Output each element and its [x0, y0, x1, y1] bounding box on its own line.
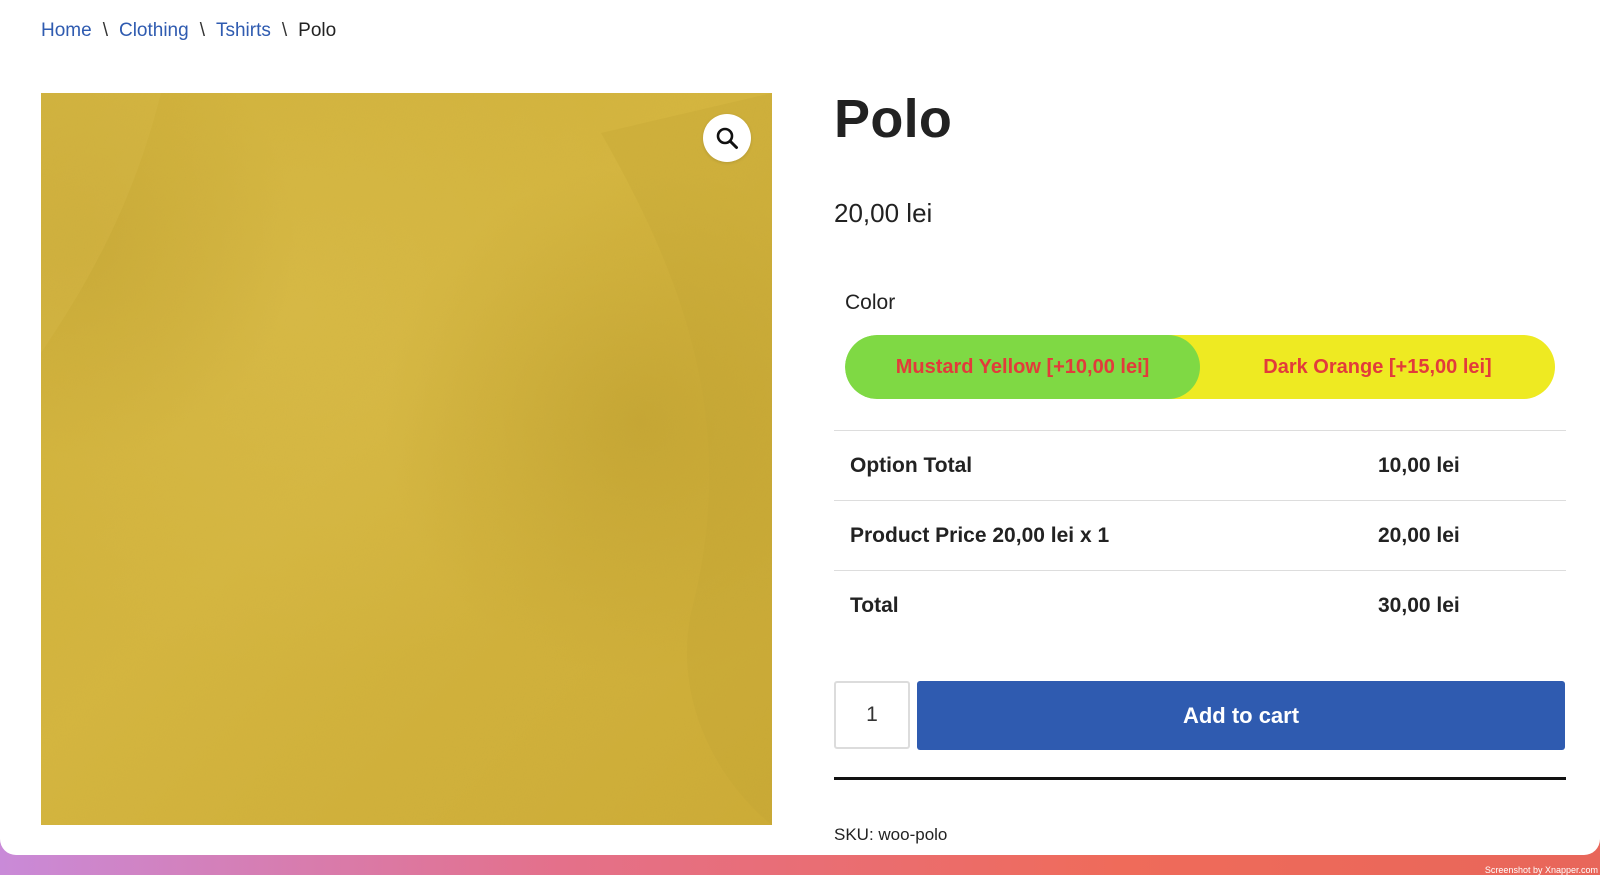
browser-page: Home \ Clothing \ Tshirts \ Polo Polo 20… — [0, 0, 1600, 855]
product-sku: SKU: woo-polo — [834, 825, 948, 844]
zoom-button[interactable] — [703, 114, 751, 162]
fabric-texture-image — [41, 93, 772, 825]
magnifier-icon — [716, 127, 738, 149]
breadcrumb-separator: \ — [281, 20, 288, 41]
quantity-input[interactable]: 1 — [834, 681, 910, 749]
product-price-value: 20,00 lei — [1378, 523, 1460, 547]
breadcrumb-clothing-link[interactable]: Clothing — [119, 20, 189, 42]
breadcrumb-separator: \ — [102, 20, 108, 41]
table-row: Product Price 20,00 lei x 1 20,00 lei — [834, 500, 1566, 570]
breadcrumb-home-link[interactable]: Home — [41, 20, 92, 42]
grand-total-label: Total — [850, 593, 899, 617]
breadcrumb-separator: \ — [199, 20, 205, 41]
color-option-label: Color — [845, 291, 896, 314]
breadcrumb-tshirts-link[interactable]: Tshirts — [216, 20, 271, 42]
option-total-label: Option Total — [850, 453, 973, 477]
swatch-mustard-yellow[interactable]: Mustard Yellow [+10,00 lei] — [845, 335, 1200, 399]
swatch-dark-orange[interactable]: Dark Orange [+15,00 lei] — [1168, 335, 1555, 399]
color-swatch-group: Mustard Yellow [+10,00 lei] Dark Orange … — [845, 335, 1555, 399]
breadcrumb: Home \ Clothing \ Tshirts \ Polo — [41, 20, 336, 42]
table-row: Option Total 10,00 lei — [834, 430, 1566, 500]
option-total-value: 10,00 lei — [1378, 453, 1460, 477]
table-row: Total 30,00 lei — [834, 570, 1566, 640]
product-image[interactable] — [41, 93, 772, 825]
price-totals-table: Option Total 10,00 lei Product Price 20,… — [834, 430, 1566, 640]
watermark: Screenshot by Xnapper.com — [1484, 865, 1598, 875]
add-to-cart-button[interactable]: Add to cart — [917, 681, 1565, 750]
breadcrumb-current: Polo — [298, 20, 337, 41]
product-price-label: Product Price 20,00 lei x 1 — [850, 523, 1110, 547]
grand-total-value: 30,00 lei — [1378, 593, 1460, 617]
divider — [834, 777, 1566, 780]
product-price: 20,00 lei — [834, 198, 933, 228]
product-title: Polo — [834, 89, 953, 149]
